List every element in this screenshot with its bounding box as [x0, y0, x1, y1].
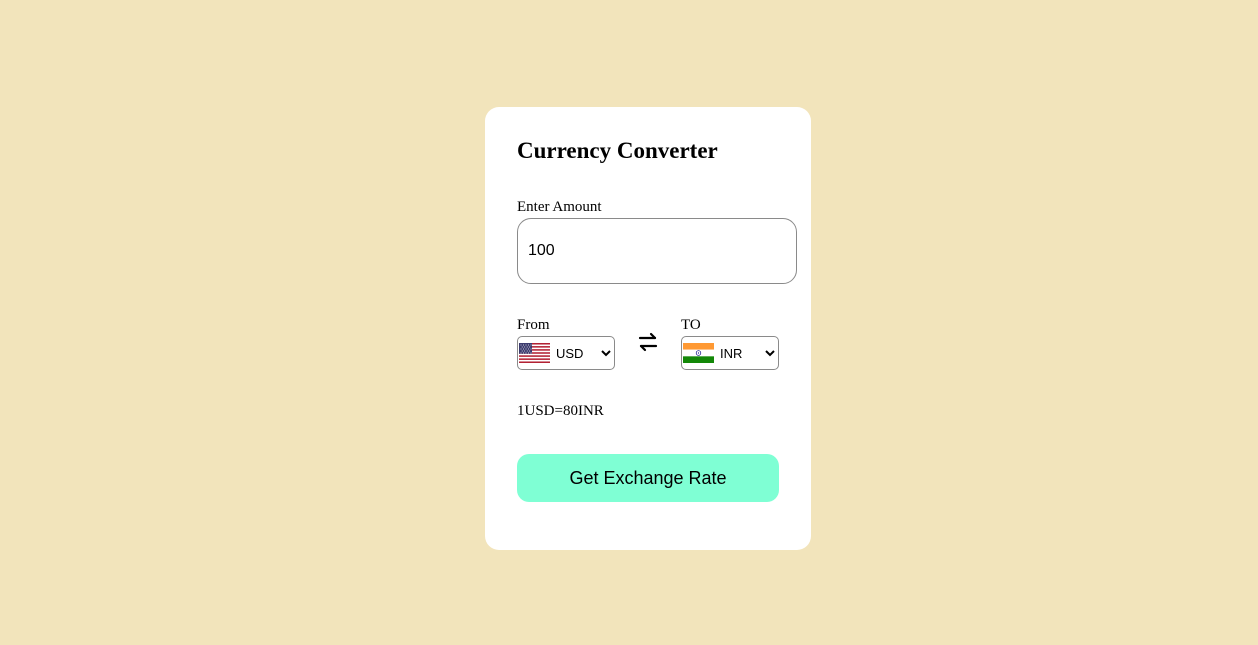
- exchange-rate-text: 1USD=80INR: [517, 403, 604, 419]
- get-exchange-rate-button[interactable]: Get Exchange Rate: [517, 454, 779, 502]
- to-currency-select[interactable]: INR: [716, 344, 778, 362]
- amount-input[interactable]: [517, 218, 797, 284]
- amount-label: Enter Amount: [517, 199, 602, 215]
- from-currency-select[interactable]: USD: [552, 344, 614, 362]
- from-label: From: [517, 317, 550, 333]
- from-currency-container: USD: [517, 336, 615, 370]
- us-flag-icon: [519, 343, 550, 363]
- india-flag-icon: [683, 343, 714, 363]
- to-label: TO: [681, 317, 701, 333]
- to-currency-container: INR: [681, 336, 779, 370]
- page-title: Currency Converter: [517, 138, 718, 163]
- converter-card: Currency Converter Enter Amount From USD: [485, 107, 811, 550]
- swap-arrows-icon[interactable]: [638, 331, 658, 353]
